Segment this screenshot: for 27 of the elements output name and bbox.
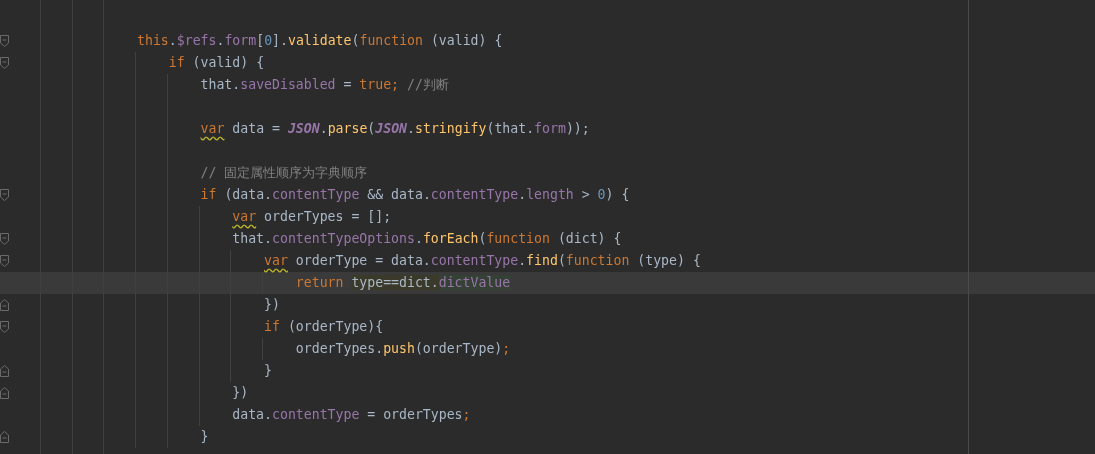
code-line: this.$refs.form[0].validate(function (valid) {: [137, 32, 503, 50]
fold-icon[interactable]: [0, 387, 9, 399]
fold-icon[interactable]: [0, 299, 9, 311]
code-line: }: [264, 362, 272, 380]
code-line: return type==dict.dictValue: [295, 274, 511, 292]
code-line: }: [200, 428, 209, 446]
fold-icon[interactable]: [0, 431, 9, 443]
code-line: that.contentTypeOptions.forEach(function (dict) {: [232, 230, 622, 248]
fold-icon[interactable]: [0, 255, 9, 267]
code-line: // 固定属性顺序为字典顺序: [200, 164, 368, 182]
code-line: orderTypes.push(orderType);: [295, 340, 511, 358]
code-line: }): [264, 296, 280, 314]
code-line: var orderTypes = [];: [232, 208, 392, 226]
fold-icon[interactable]: [0, 321, 9, 333]
code-line: }): [232, 384, 249, 402]
code-line: if (valid) {: [168, 54, 265, 72]
fold-icon[interactable]: [0, 57, 9, 69]
fold-icon[interactable]: [0, 365, 9, 377]
fold-icon[interactable]: [0, 233, 9, 245]
code-line: var orderType = data.contentType.find(function (type) {: [264, 252, 701, 270]
fold-icon[interactable]: [0, 189, 9, 201]
code-line: that.saveDisabled = true; //判断: [200, 76, 449, 94]
code-line: if (orderType){: [264, 318, 384, 336]
fold-icon[interactable]: [0, 35, 9, 47]
code-line: data.contentType = orderTypes;: [232, 406, 471, 424]
code-line: if (data.contentType && data.contentType.length > 0) {: [200, 186, 630, 204]
code-line: var data = JSON.parse(JSON.stringify(that.form));: [200, 120, 590, 138]
